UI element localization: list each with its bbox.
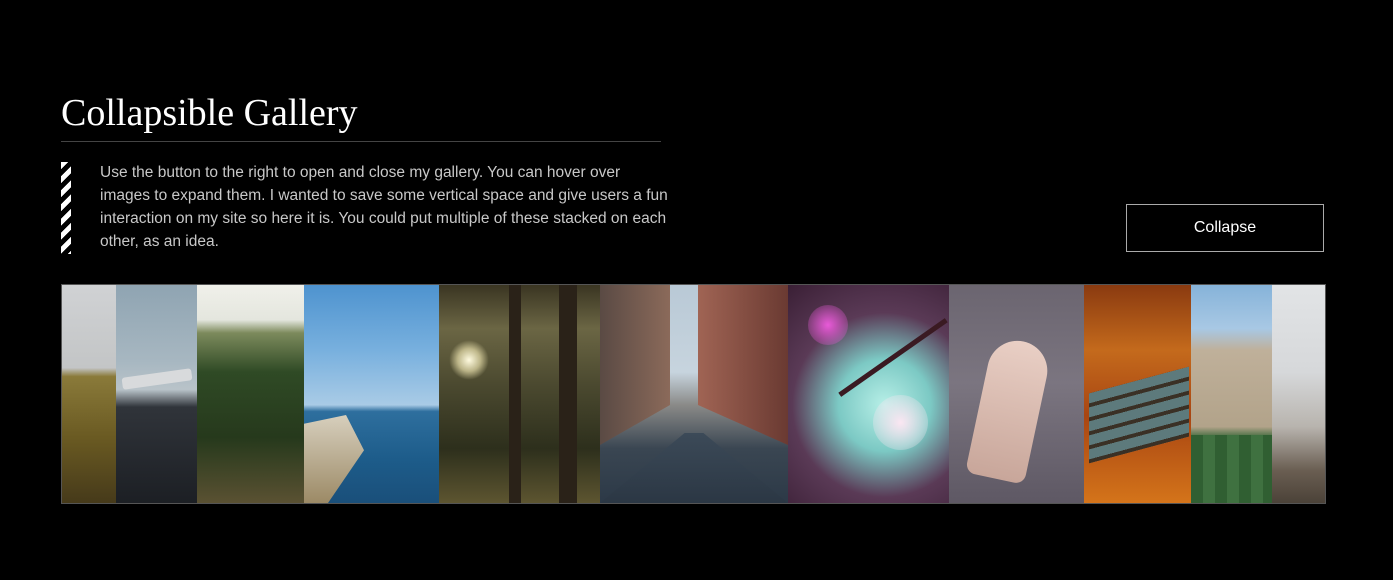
intro-text: Use the button to the right to open and …	[100, 164, 668, 250]
tree-trunk	[559, 285, 577, 503]
gallery-image-hand-on-glass[interactable]	[949, 285, 1084, 503]
bench-shape	[1089, 366, 1189, 464]
gallery-image-snowy-hill[interactable]	[1272, 285, 1325, 503]
title-divider	[61, 141, 661, 142]
gallery-image-forest-hills[interactable]	[197, 285, 304, 503]
tree-trunk	[509, 285, 521, 503]
blossom-shape	[873, 395, 928, 450]
street-road	[600, 433, 788, 503]
gallery-image-cherry-blossoms[interactable]	[788, 285, 949, 503]
building-right	[698, 285, 788, 445]
building-left	[600, 285, 670, 445]
hand-shape	[965, 335, 1053, 485]
page: Collapsible Gallery Use the button to th…	[0, 0, 1393, 580]
gallery	[61, 284, 1326, 504]
lawn-stripes	[1191, 435, 1272, 503]
branch-shape	[838, 318, 948, 397]
gallery-image-wheat-field[interactable]	[62, 285, 116, 503]
sun-glow	[449, 340, 489, 380]
gallery-image-autumn-bench[interactable]	[1084, 285, 1191, 503]
plane-shape	[121, 368, 193, 390]
gallery-image-coastal-cliffs[interactable]	[304, 285, 439, 503]
gallery-image-plane-wreck[interactable]	[116, 285, 197, 503]
gallery-image-sunlit-forest[interactable]	[439, 285, 600, 503]
cliff-shape	[304, 415, 364, 503]
collapse-button[interactable]: Collapse	[1126, 204, 1324, 252]
decorative-stripe-bar	[61, 162, 71, 254]
gallery-image-city-street[interactable]	[600, 285, 788, 503]
gallery-image-cathedral-lawn[interactable]	[1191, 285, 1272, 503]
page-title: Collapsible Gallery	[61, 92, 358, 134]
blossom-shape	[808, 305, 848, 345]
